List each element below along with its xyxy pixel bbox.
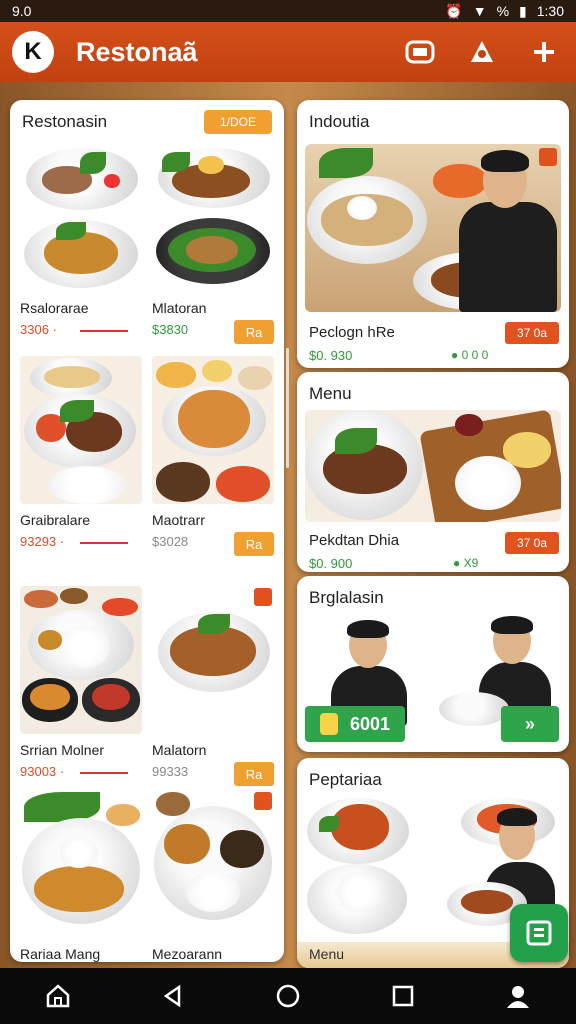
receipt-icon — [526, 920, 552, 946]
order-button-label: 6001 — [349, 713, 391, 734]
card-footer-label: Menu — [309, 946, 345, 962]
card-badge[interactable]: 37 0a — [505, 532, 559, 554]
dish-name: Mezoarann — [152, 946, 223, 962]
card-meta: ● X9 — [453, 556, 479, 570]
card-title: Menu — [309, 384, 352, 403]
price-underline — [80, 330, 128, 332]
dish-photo — [20, 144, 142, 292]
wifi-icon: ▼ — [472, 3, 487, 19]
next-button[interactable]: » — [501, 706, 559, 742]
dish-name: Mlatoran — [152, 300, 207, 316]
app-logo[interactable]: K — [12, 31, 54, 73]
recents-icon[interactable] — [378, 971, 428, 1021]
card-dish-price: $0. 930 — [309, 348, 353, 363]
panel-badge[interactable]: 1/DOE — [204, 110, 272, 134]
dish-photo — [20, 356, 142, 504]
add-to-cart-button[interactable]: Ra — [234, 532, 274, 556]
cart-icon[interactable] — [400, 32, 440, 72]
scrollbar[interactable] — [286, 348, 289, 468]
dish-price: $3028 — [152, 534, 189, 549]
home-icon[interactable] — [33, 971, 83, 1021]
status-left-icons: 9.0 — [12, 3, 32, 19]
system-nav-bar — [0, 968, 576, 1024]
dish-card[interactable]: Malatorn 99333 Ra — [150, 586, 276, 786]
add-to-cart-button[interactable]: Ra — [234, 320, 274, 344]
card-photo — [305, 410, 561, 522]
dish-price: 93293 · — [20, 534, 65, 549]
dish-price: 3306 · — [20, 322, 57, 337]
app-title: Restonaã — [76, 36, 198, 67]
menu-fab-button[interactable] — [510, 904, 568, 962]
corner-tag-icon — [539, 148, 557, 166]
coin-icon — [319, 713, 338, 735]
card-title: Peptariaa — [309, 770, 382, 789]
dish-name: Malatorn — [152, 742, 207, 758]
dish-photo — [152, 144, 274, 292]
corner-tag-icon — [254, 792, 272, 810]
dish-photo — [20, 586, 142, 734]
card-badge[interactable]: 37 0a — [505, 322, 559, 344]
card-dish-name: Peclogn hRe — [309, 324, 395, 341]
menu-card[interactable]: Menu Pekdtan Dhia $0. 900 ● X9 37 0a — [297, 372, 569, 572]
dish-card[interactable]: Mlatoran $3830 Ra — [150, 144, 276, 344]
app-bar: K Restonaã — [0, 22, 576, 82]
panel-title: Restonasin — [22, 112, 108, 131]
order-button[interactable]: 6001 — [305, 706, 405, 742]
price-underline — [80, 542, 128, 544]
dish-card[interactable]: Srrian Molner 93003 · — [18, 586, 144, 786]
card-meta: ● 0 0 0 — [451, 348, 489, 362]
price-underline — [80, 772, 128, 774]
dish-card[interactable]: Mezoarann — [150, 790, 276, 962]
battery-label: % — [496, 3, 510, 19]
corner-tag-icon — [254, 588, 272, 606]
dish-photo — [152, 356, 274, 504]
dish-name: Graibralare — [20, 512, 91, 528]
home-circle-icon[interactable] — [263, 971, 313, 1021]
card-title: Indoutia — [309, 112, 370, 131]
staff-card[interactable]: Brglalasin 6001 » — [297, 576, 569, 752]
dish-photo — [20, 790, 142, 938]
battery-icon: ▮ — [519, 2, 527, 19]
status-bar: 9.0 ⏰ ▼ % ▮ 1:30 — [0, 0, 576, 22]
user-icon[interactable] — [462, 32, 502, 72]
featured-card[interactable]: Indoutia Peclogn hRe $0. 930 ● 0 0 0 37 … — [297, 100, 569, 368]
card-title: Brglalasin — [309, 588, 384, 607]
dish-price: 99333 — [152, 764, 189, 779]
clock: 1:30 — [536, 3, 564, 19]
dish-card[interactable]: Graibralare 93293 · — [18, 356, 144, 556]
dish-name: Rsalorarae — [20, 300, 89, 316]
dish-card[interactable]: Rariaa Mang — [18, 790, 144, 962]
chef-figure — [451, 144, 561, 312]
card-dish-price: $0. 900 — [309, 556, 353, 571]
dish-name: Maotrarr — [152, 512, 205, 528]
waiter-figure — [323, 620, 413, 726]
back-icon[interactable] — [148, 971, 198, 1021]
profile-icon[interactable] — [493, 971, 543, 1021]
dish-price: 93003 · — [20, 764, 65, 779]
add-to-cart-button[interactable]: Ra — [234, 762, 274, 786]
card-dish-name: Pekdtan Dhia — [309, 532, 400, 549]
dish-photo — [152, 586, 274, 734]
dish-price: $3830 — [152, 322, 189, 337]
dish-photo — [152, 790, 274, 938]
card-photo — [305, 144, 561, 312]
dish-card[interactable]: Maotrarr $3028 Ra — [150, 356, 276, 556]
dish-card[interactable]: Rsalorarae 3306 · — [18, 144, 144, 344]
dish-name: Srrian Molner — [20, 742, 105, 758]
add-icon[interactable] — [524, 32, 564, 72]
dish-name: Rariaa Mang — [20, 946, 101, 962]
restaurant-list-panel: Restonasin 1/DOE Rsalorarae 3306 · Mlato… — [10, 100, 284, 962]
next-arrow-icon: » — [524, 713, 535, 734]
alarm-icon: ⏰ — [445, 2, 463, 19]
